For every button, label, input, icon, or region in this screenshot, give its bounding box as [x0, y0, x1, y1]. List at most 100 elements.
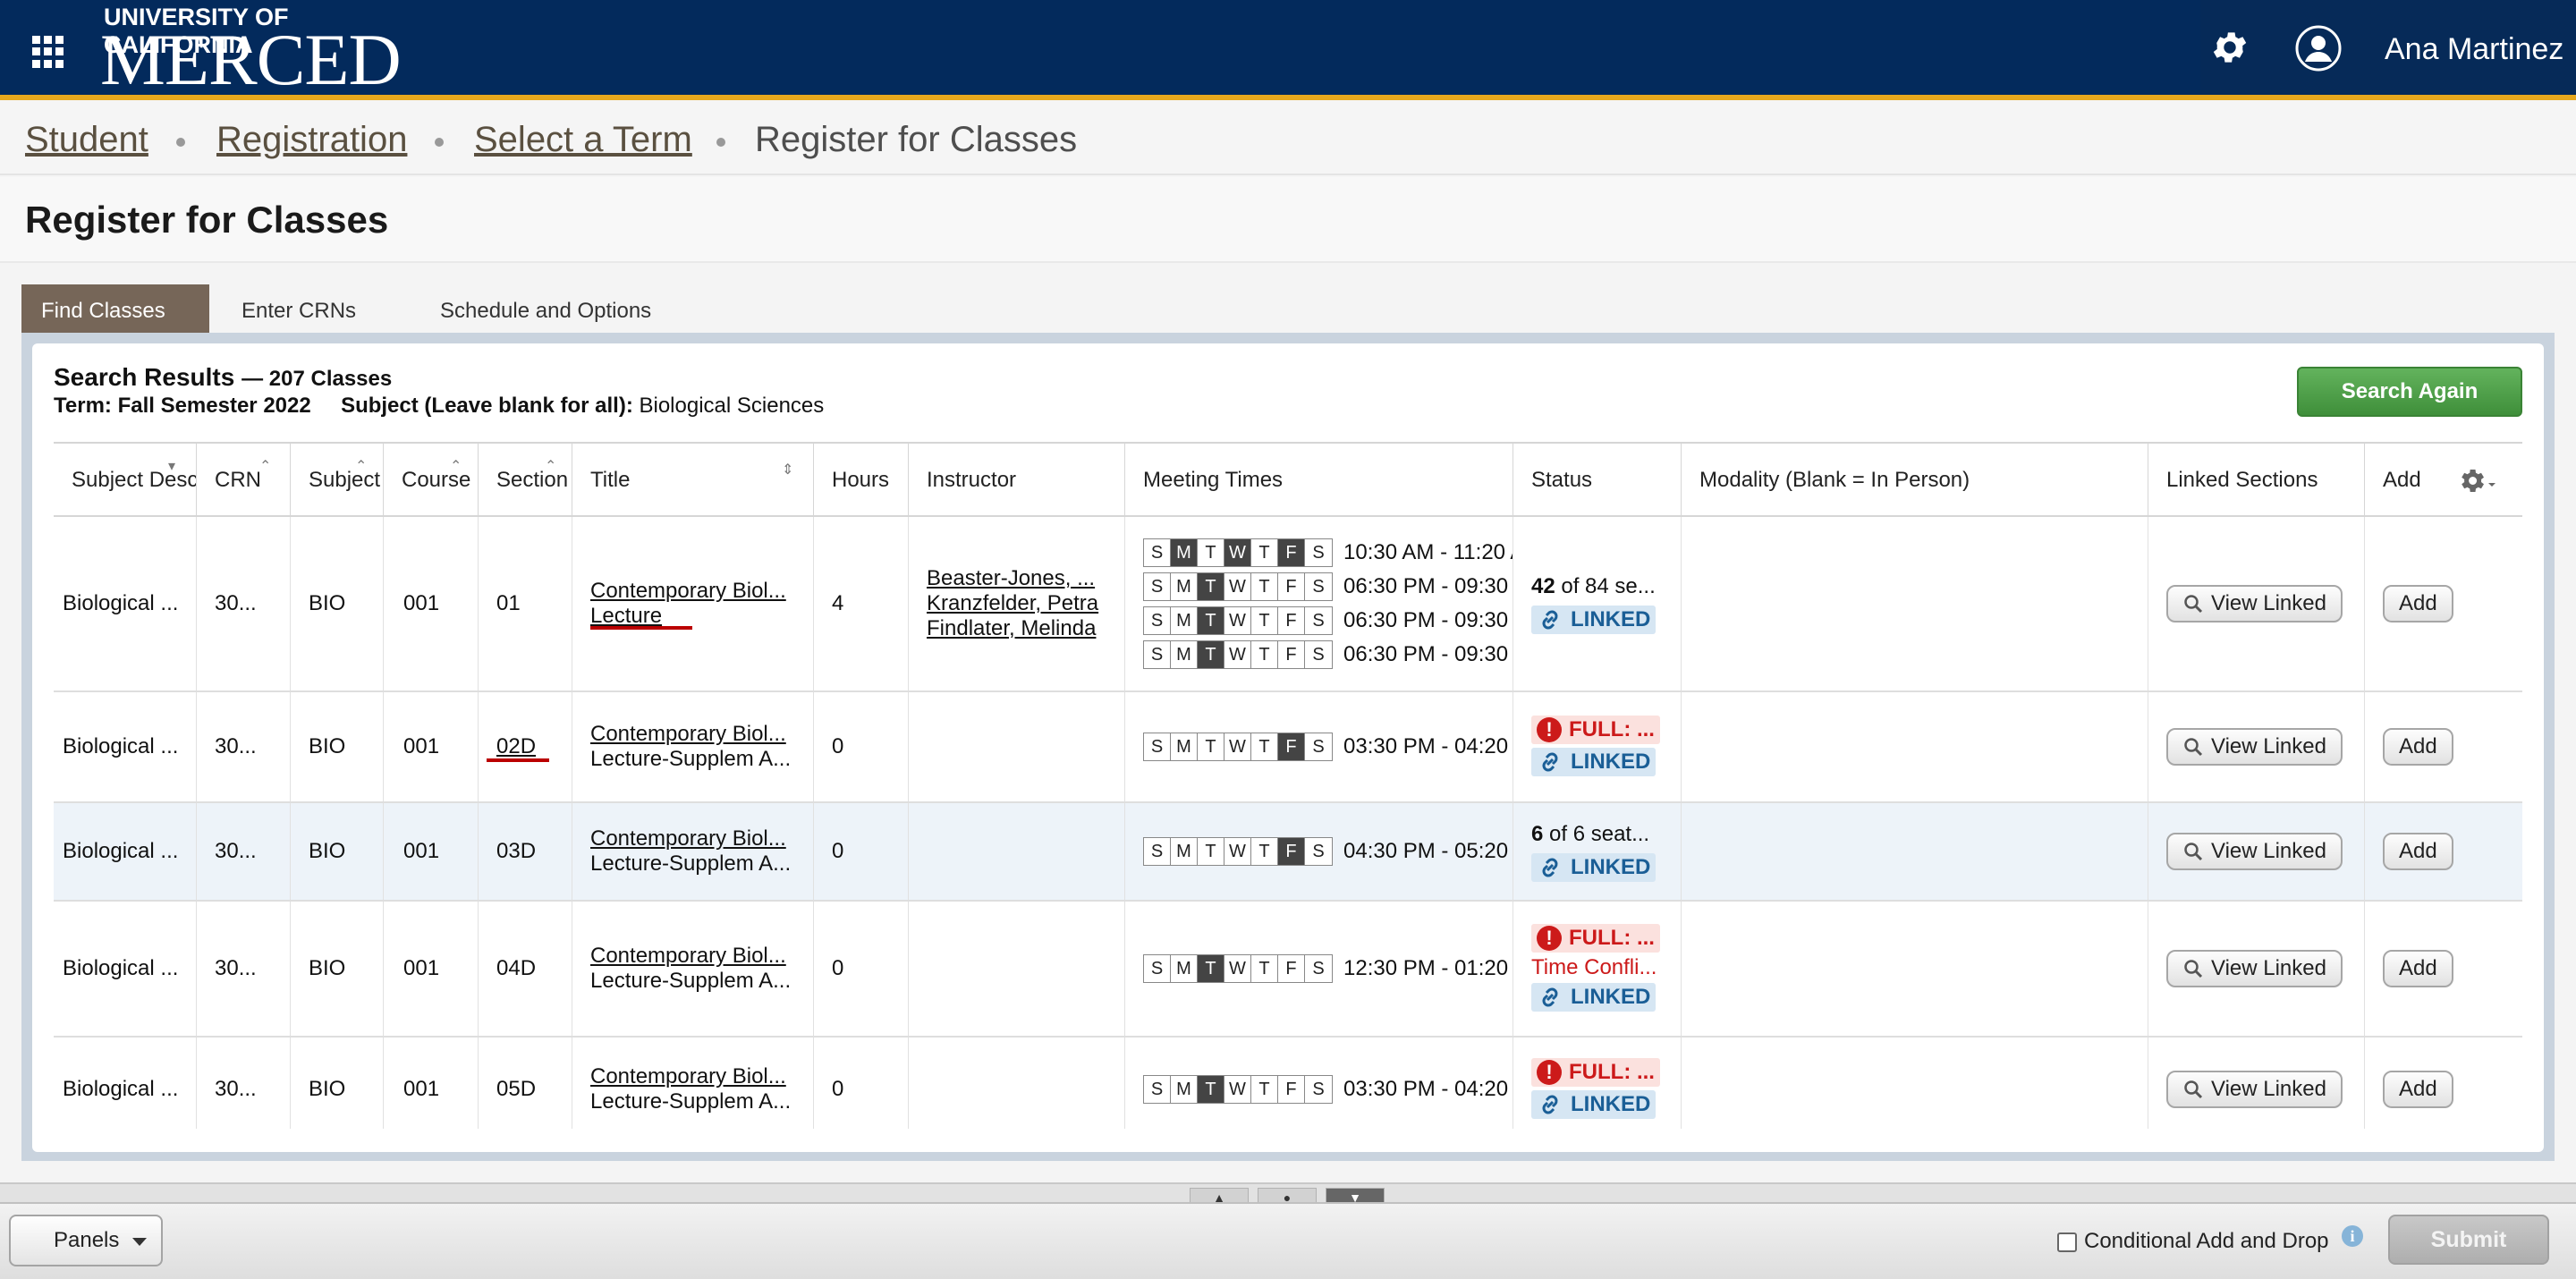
add-button[interactable]: Add [2383, 950, 2453, 987]
cell-linked-sections: View Linked [2148, 902, 2365, 1036]
title-sub-link[interactable]: Lecture [590, 604, 786, 629]
add-button[interactable]: Add [2383, 585, 2453, 623]
cell-meeting-times: SMTWTFS 03:30 PM - 04:20 [1125, 1038, 1513, 1129]
tab-enter-crns[interactable]: Enter CRNs [222, 284, 376, 335]
cell-subject: BIO [291, 1038, 384, 1129]
conditional-add-drop-label[interactable]: Conditional Add and Drop [2084, 1229, 2329, 1254]
cell-add: Add [2365, 517, 2522, 690]
cell-status: 42 of 84 se... LINKED [1513, 517, 1682, 690]
day-grid: SMTWTFS [1143, 606, 1333, 635]
results-count: — 207 Classes [242, 367, 393, 391]
meeting-line: SMTWTFS 10:30 AM - 11:20 A [1143, 536, 1513, 570]
gear-icon[interactable] [2209, 27, 2250, 68]
cell-add: Add [2365, 902, 2522, 1036]
col-subject[interactable]: Subject ⌃ [291, 444, 384, 517]
breadcrumb-current: Register for Classes [755, 120, 1078, 159]
title-link[interactable]: Contemporary Biol... [590, 1064, 791, 1089]
col-linked-sections[interactable]: Linked Sections [2148, 444, 2365, 517]
full-badge: ! FULL: ... [1531, 924, 1660, 953]
cell-title: Contemporary Biol... Lecture-Supplem A..… [572, 692, 814, 801]
cell-course: 001 [384, 1038, 479, 1129]
breadcrumb-student[interactable]: Student [25, 120, 148, 160]
col-status[interactable]: Status [1513, 444, 1682, 517]
add-button[interactable]: Add [2383, 1071, 2453, 1108]
cell-meeting-times: SMTWTFS 10:30 AM - 11:20 A SMTWTFS 06:30… [1125, 517, 1513, 690]
alert-icon: ! [1537, 1060, 1562, 1085]
search-again-button[interactable]: Search Again [2297, 367, 2522, 417]
col-hours[interactable]: Hours [814, 444, 909, 517]
panels-dropdown[interactable]: Panels [9, 1215, 163, 1266]
view-linked-button[interactable]: View Linked [2166, 585, 2343, 623]
apps-grid-icon[interactable] [32, 36, 64, 68]
sort-icon[interactable]: ⌃ [545, 460, 556, 474]
tab-schedule-options[interactable]: Schedule and Options [420, 284, 671, 335]
table-row: Biological ... 30... BIO 001 02D Contemp… [54, 692, 2522, 803]
title-link[interactable]: Contemporary Biol... [590, 826, 791, 851]
user-name[interactable]: Ana Martinez [2385, 32, 2563, 67]
meeting-line: SMTWTFS 06:30 PM - 09:30 [1143, 604, 1513, 638]
instructor-link[interactable]: Kranzfelder, Petra [927, 591, 1098, 616]
col-subject-desc[interactable]: Subject Desc ▾ [54, 444, 197, 517]
add-button[interactable]: Add [2383, 728, 2453, 766]
cell-meeting-times: SMTWTFS 03:30 PM - 04:20 [1125, 692, 1513, 801]
submit-button[interactable]: Submit [2388, 1215, 2549, 1265]
cell-instructor [909, 1038, 1125, 1129]
cell-modality [1682, 1038, 2148, 1129]
user-avatar-icon[interactable] [2295, 25, 2342, 72]
col-meeting-times[interactable]: Meeting Times [1125, 444, 1513, 517]
cell-status: ! FULL: ... LINKED [1513, 1038, 1682, 1129]
col-crn[interactable]: CRN ⌃ [197, 444, 291, 517]
meeting-time: 06:30 PM - 09:30 [1343, 574, 1509, 598]
col-section[interactable]: Section ⌃ [479, 444, 572, 517]
cell-add: Add [2365, 1038, 2522, 1129]
page-title-bar: Register for Classes [0, 177, 2576, 263]
top-header: UNIVERSITY OF CALIFORNIA MERCED [0, 0, 2576, 100]
link-icon [1542, 1095, 1558, 1114]
col-modality[interactable]: Modality (Blank = In Person) [1682, 444, 2148, 517]
meeting-line: SMTWTFS 03:30 PM - 04:20 [1143, 730, 1508, 764]
cell-status: ! FULL: ... LINKED [1513, 692, 1682, 801]
cell-section: 01 [479, 517, 572, 690]
instructor-link[interactable]: Findlater, Melinda [927, 616, 1098, 641]
breadcrumb-select-term[interactable]: Select a Term [474, 120, 692, 160]
search-icon [2184, 1080, 2203, 1099]
cell-crn: 30... [197, 803, 291, 900]
sort-icon[interactable]: ⌃ [450, 460, 462, 474]
uc-merced-logo[interactable]: UNIVERSITY OF CALIFORNIA MERCED [100, 0, 413, 97]
meeting-time: 12:30 PM - 01:20 [1343, 956, 1509, 980]
term-label: Term: Fall Semester 2022 [54, 394, 311, 418]
title-link[interactable]: Contemporary Biol... [590, 944, 791, 969]
col-add[interactable]: Add [2365, 444, 2522, 517]
title-link[interactable]: Contemporary Biol... [590, 722, 791, 747]
meeting-time: 03:30 PM - 04:20 [1343, 1077, 1509, 1101]
breadcrumb-registration[interactable]: Registration [216, 120, 407, 160]
tab-find-classes[interactable]: Find Classes [21, 284, 209, 335]
sort-icon[interactable]: ▾ [168, 460, 175, 474]
add-button[interactable]: Add [2383, 833, 2453, 870]
col-course[interactable]: Course ⌃ [384, 444, 479, 517]
cell-status: ! FULL: ... Time Confli... LINKED [1513, 902, 1682, 1036]
alert-icon: ! [1537, 717, 1562, 742]
search-icon [2184, 738, 2203, 757]
view-linked-button[interactable]: View Linked [2166, 950, 2343, 987]
view-linked-button[interactable]: View Linked [2166, 728, 2343, 766]
table-settings-gear-icon[interactable] [2456, 463, 2497, 499]
cell-add: Add [2365, 803, 2522, 900]
breadcrumb-separator [435, 138, 444, 147]
sort-icon[interactable]: ⌃ [355, 460, 367, 474]
view-linked-button[interactable]: View Linked [2166, 1071, 2343, 1108]
sort-icon[interactable]: ⌃ [259, 460, 271, 474]
linked-badge: LINKED [1531, 983, 1657, 1012]
cell-linked-sections: View Linked [2148, 692, 2365, 801]
col-title[interactable]: Title ⇕ [572, 444, 814, 517]
col-instructor[interactable]: Instructor [909, 444, 1125, 517]
cell-subject-desc: Biological ... [54, 692, 197, 801]
view-linked-button[interactable]: View Linked [2166, 833, 2343, 870]
title-link[interactable]: Contemporary Biol... [590, 579, 786, 604]
conditional-add-drop-checkbox[interactable] [2057, 1232, 2077, 1252]
instructor-link[interactable]: Beaster-Jones, ... [927, 566, 1098, 591]
meeting-line: SMTWTFS 03:30 PM - 04:20 [1143, 1072, 1508, 1106]
sort-icon[interactable]: ⇕ [782, 463, 793, 478]
info-icon[interactable]: i [2342, 1225, 2363, 1247]
meeting-time: 06:30 PM - 09:30 [1343, 608, 1509, 632]
